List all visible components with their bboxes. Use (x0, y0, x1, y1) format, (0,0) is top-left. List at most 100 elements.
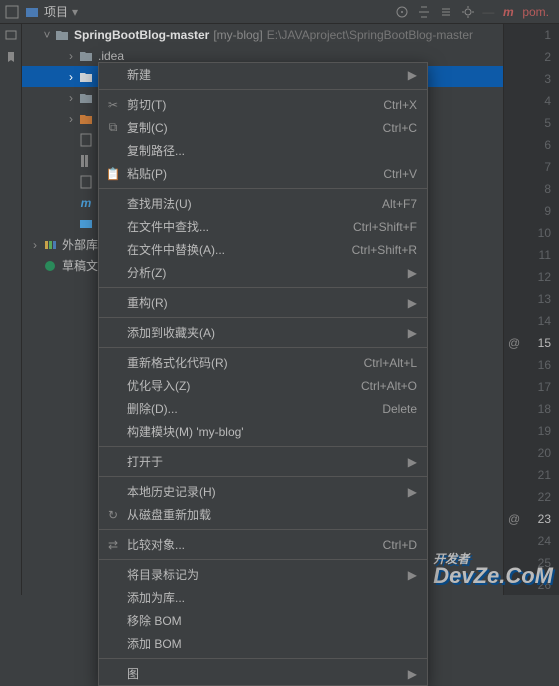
menu-copy[interactable]: ⧉复制(C)Ctrl+C (99, 116, 427, 139)
menu-compare[interactable]: ⇄比较对象...Ctrl+D (99, 533, 427, 556)
line-14: 14 (504, 310, 559, 332)
pom-tab-icon[interactable]: m (500, 4, 516, 20)
menu-reformat[interactable]: 重新格式化代码(R)Ctrl+Alt+L (99, 351, 427, 374)
folder-icon (78, 48, 94, 64)
menu-add-lib[interactable]: 添加为库... (99, 586, 427, 609)
branch-label: [my-blog] (213, 28, 262, 42)
file-icon (78, 132, 94, 148)
line-15: @15 (504, 332, 559, 354)
menu-separator (99, 529, 427, 530)
chevron-right-icon[interactable]: › (28, 238, 42, 252)
line-25: 25 (504, 552, 559, 574)
line-16: 16 (504, 354, 559, 376)
menu-build[interactable]: 构建模块(M) 'my-blog' (99, 420, 427, 443)
menu-refactor[interactable]: 重构(R)▶ (99, 291, 427, 314)
line-8: 8 (504, 178, 559, 200)
menu-separator (99, 347, 427, 348)
tree-root[interactable]: ˅ SpringBootBlog-master [my-blog] E:\JAV… (22, 24, 503, 45)
menu-separator (99, 188, 427, 189)
folder-icon (78, 111, 94, 127)
menu-separator (99, 89, 427, 90)
menu-local-history[interactable]: 本地历史记录(H)▶ (99, 480, 427, 503)
line-11: 11 (504, 244, 559, 266)
left-rail (0, 24, 22, 595)
submenu-arrow-icon: ▶ (408, 485, 417, 499)
expand-icon[interactable] (416, 4, 432, 20)
line-7: 7 (504, 156, 559, 178)
menu-open-in[interactable]: 打开于▶ (99, 450, 427, 473)
line-23: @23 (504, 508, 559, 530)
gutter-mark-icon: @ (508, 512, 520, 526)
line-5: 5 (504, 112, 559, 134)
pom-tab[interactable]: pom. (522, 5, 549, 19)
menu-separator (99, 658, 427, 659)
submenu-arrow-icon: ▶ (408, 568, 417, 582)
line-3: 3 (504, 68, 559, 90)
collapse-icon[interactable] (438, 4, 454, 20)
line-17: 17 (504, 376, 559, 398)
folder-icon (54, 27, 70, 43)
menu-mark-dir[interactable]: 将目录标记为▶ (99, 563, 427, 586)
menu-reload[interactable]: ↻从磁盘重新加载 (99, 503, 427, 526)
scissors-icon: ✂ (105, 98, 121, 112)
chevron-right-icon[interactable]: › (64, 91, 78, 105)
menu-separator (99, 317, 427, 318)
project-dropdown-arrow[interactable]: ▾ (72, 5, 78, 19)
line-6: 6 (504, 134, 559, 156)
menu-find-usage[interactable]: 查找用法(U)Alt+F7 (99, 192, 427, 215)
menu-diagram[interactable]: 图▶ (99, 662, 427, 685)
menu-cut[interactable]: ✂剪切(T)Ctrl+X (99, 93, 427, 116)
menu-analyze[interactable]: 分析(Z)▶ (99, 261, 427, 284)
chevron-right-icon[interactable]: › (64, 112, 78, 126)
locate-icon[interactable] (394, 4, 410, 20)
rail-bookmark-button[interactable] (0, 46, 21, 68)
folder-label: .idea (98, 49, 124, 63)
line-2: 2 (504, 46, 559, 68)
tool-window-icon (4, 4, 20, 20)
folder-icon (78, 69, 94, 85)
project-label: 项目 (44, 3, 68, 20)
project-name: SpringBootBlog-master (74, 28, 209, 42)
reload-icon: ↻ (105, 508, 121, 522)
menu-find-files[interactable]: 在文件中查找...Ctrl+Shift+F (99, 215, 427, 238)
menu-delete[interactable]: 删除(D)...Delete (99, 397, 427, 420)
menu-paste[interactable]: 📋粘贴(P)Ctrl+V (99, 162, 427, 185)
gear-icon[interactable] (460, 4, 476, 20)
menu-replace-files[interactable]: 在文件中替换(A)...Ctrl+Shift+R (99, 238, 427, 261)
clipboard-icon: 📋 (105, 167, 121, 181)
context-menu: 新建▶ ✂剪切(T)Ctrl+X ⧉复制(C)Ctrl+C 复制路径... 📋粘… (98, 62, 428, 686)
rail-project-button[interactable] (0, 24, 21, 46)
scratch-label: 草稿文 (62, 257, 98, 274)
menu-copy-path[interactable]: 复制路径... (99, 139, 427, 162)
submenu-arrow-icon: ▶ (408, 296, 417, 310)
line-22: 22 (504, 486, 559, 508)
file-icon (78, 174, 94, 190)
menu-new[interactable]: 新建▶ (99, 63, 427, 86)
menu-favorites[interactable]: 添加到收藏夹(A)▶ (99, 321, 427, 344)
maven-icon: m (78, 195, 94, 211)
menu-separator (99, 559, 427, 560)
menu-remove-bom[interactable]: 移除 BOM (99, 609, 427, 632)
line-1: 1 (504, 24, 559, 46)
submenu-arrow-icon: ▶ (408, 667, 417, 681)
markdown-icon (78, 216, 94, 232)
menu-optimize[interactable]: 优化导入(Z)Ctrl+Alt+O (99, 374, 427, 397)
line-21: 21 (504, 464, 559, 486)
project-icon (24, 4, 40, 20)
chevron-right-icon[interactable]: › (64, 49, 78, 63)
chevron-down-icon[interactable]: ˅ (40, 28, 54, 42)
top-toolbar: 项目 ▾ — m pom. (0, 0, 559, 24)
toolbar-divider: — (482, 5, 494, 19)
copy-icon: ⧉ (105, 120, 121, 135)
submenu-arrow-icon: ▶ (408, 68, 417, 82)
file-icon (78, 153, 94, 169)
folder-icon (78, 90, 94, 106)
scratch-icon (42, 258, 58, 274)
menu-separator (99, 446, 427, 447)
line-24: 24 (504, 530, 559, 552)
line-4: 4 (504, 90, 559, 112)
menu-separator (99, 287, 427, 288)
project-path: E:\JAVAproject\SpringBootBlog-master (267, 28, 473, 42)
menu-add-bom[interactable]: 添加 BOM (99, 632, 427, 655)
chevron-right-icon[interactable]: › (64, 70, 78, 84)
